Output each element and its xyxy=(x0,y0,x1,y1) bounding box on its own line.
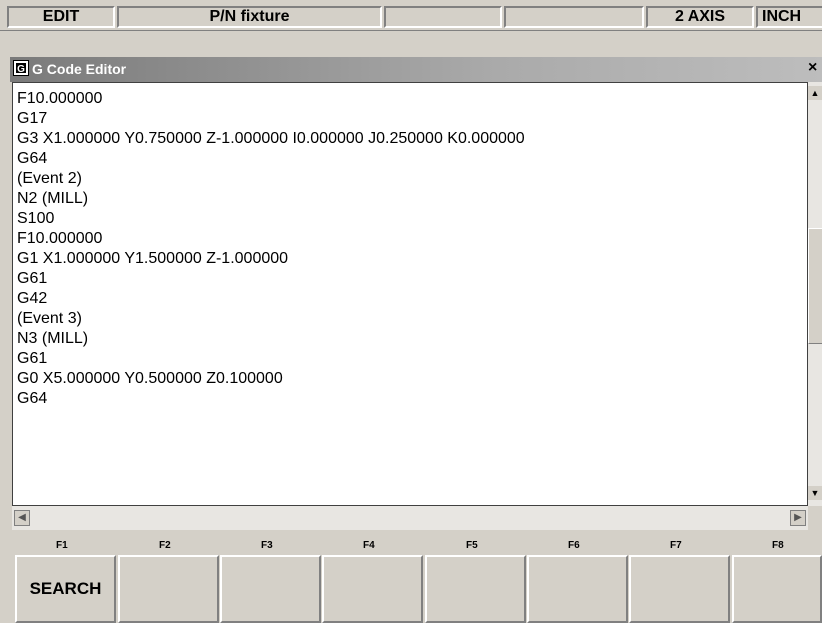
f4-button[interactable] xyxy=(322,555,423,623)
code-line: G17 xyxy=(17,110,48,127)
close-button[interactable]: × xyxy=(808,58,822,78)
title-bar-top xyxy=(0,31,822,57)
scroll-left-icon[interactable]: ◀ xyxy=(14,510,30,526)
search-button[interactable]: SEARCH xyxy=(15,555,116,623)
units-field: INCH xyxy=(756,6,822,28)
code-line: G61 xyxy=(17,350,48,367)
f3-key-label: F3 xyxy=(261,540,273,551)
code-line: G42 xyxy=(17,290,48,307)
code-line: G3 X1.000000 Y0.750000 Z-1.000000 I0.000… xyxy=(17,130,525,147)
code-line: N2 (MILL) xyxy=(17,190,89,207)
f8-key-label: F8 xyxy=(772,540,784,551)
vertical-scrollbar[interactable]: ▲ ▼ xyxy=(808,82,822,506)
window-title: G Code Editor xyxy=(32,61,127,77)
app-icon-letter: G xyxy=(17,64,25,75)
status-field-4 xyxy=(504,6,644,28)
vertical-scroll-thumb[interactable] xyxy=(808,228,822,344)
code-line: S100 xyxy=(17,210,55,227)
editor-title-bar xyxy=(10,57,822,82)
part-name-field: P/N fixture xyxy=(117,6,382,28)
f7-key-label: F7 xyxy=(670,540,682,551)
code-line: G1 X1.000000 Y1.500000 Z-1.000000 xyxy=(17,250,289,267)
f1-key-label: F1 xyxy=(56,540,68,551)
status-field-3 xyxy=(384,6,502,28)
f2-button[interactable] xyxy=(118,555,219,623)
code-line: G0 X5.000000 Y0.500000 Z0.100000 xyxy=(17,370,283,387)
f6-button[interactable] xyxy=(527,555,628,623)
code-line: F10.000000 xyxy=(17,90,103,107)
code-line: (Event 2) xyxy=(17,170,82,187)
scroll-right-icon[interactable]: ▶ xyxy=(790,510,806,526)
f4-key-label: F4 xyxy=(363,540,375,551)
f6-key-label: F6 xyxy=(568,540,580,551)
g-code-app-icon: G xyxy=(13,60,29,76)
code-line: F10.000000 xyxy=(17,230,103,247)
scroll-up-icon[interactable]: ▲ xyxy=(808,86,822,100)
code-line: N3 (MILL) xyxy=(17,330,89,347)
f3-button[interactable] xyxy=(220,555,321,623)
horizontal-scrollbar[interactable]: ◀ ▶ xyxy=(12,506,808,530)
status-bar: EDIT P/N fixture 2 AXIS INCH xyxy=(0,0,822,31)
code-line: G64 xyxy=(17,150,48,167)
f5-key-label: F5 xyxy=(466,540,478,551)
axis-field: 2 AXIS xyxy=(646,6,754,28)
mode-field: EDIT xyxy=(7,6,115,28)
scroll-down-icon[interactable]: ▼ xyxy=(808,486,822,500)
f7-button[interactable] xyxy=(629,555,730,623)
f8-button[interactable] xyxy=(732,555,822,623)
code-line: G61 xyxy=(17,270,48,287)
code-line: (Event 3) xyxy=(17,310,82,327)
code-line: G64 xyxy=(17,390,48,407)
f5-button[interactable] xyxy=(425,555,526,623)
code-editor[interactable]: F10.000000 G17 G3 X1.000000 Y0.750000 Z-… xyxy=(12,82,808,506)
f2-key-label: F2 xyxy=(159,540,171,551)
